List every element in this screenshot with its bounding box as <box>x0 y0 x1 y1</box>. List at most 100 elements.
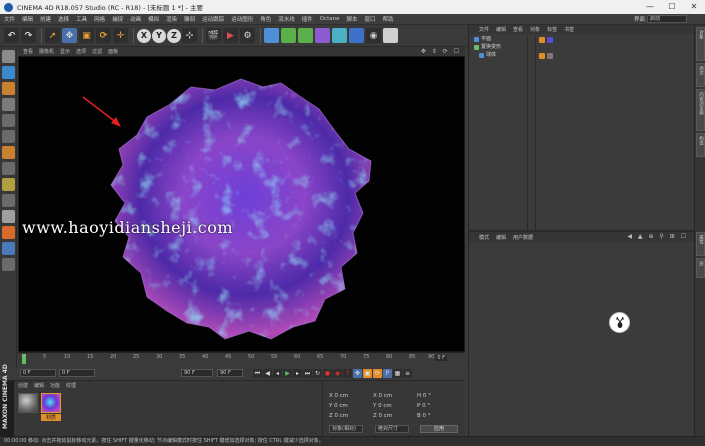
menu-animate[interactable]: 动画 <box>130 15 141 23</box>
object-menu-object[interactable]: 对象 <box>530 26 540 33</box>
tab-layers[interactable]: 层 <box>696 258 705 278</box>
record-keys-icon[interactable]: ● <box>323 368 332 378</box>
size-x-field[interactable]: X 0 cm <box>373 393 417 399</box>
loop-icon[interactable]: ↻ <box>313 368 322 378</box>
coord-row-y[interactable]: Y 0 cm Y 0 cm P 0 ° <box>329 403 461 409</box>
material-swatch-selected[interactable] <box>41 393 61 413</box>
object-menu-tags[interactable]: 标签 <box>547 26 557 33</box>
play-forward-icon[interactable]: ▶ <box>283 368 292 378</box>
phong-tag-icon[interactable] <box>539 53 545 59</box>
viewport-menu-camera[interactable]: 摄像机 <box>39 48 54 55</box>
render-picture-viewer-icon[interactable]: ▶ <box>223 28 238 43</box>
attribute-menu-edit[interactable]: 编辑 <box>496 234 506 241</box>
viewport-menu-view[interactable]: 查看 <box>23 48 33 55</box>
go-to-end-icon[interactable]: ⏭ <box>303 368 312 378</box>
key-move-icon[interactable]: ✥ <box>353 368 362 378</box>
workplane-icon[interactable] <box>2 98 15 111</box>
tab-content-browser[interactable]: 内容浏览器 <box>696 89 705 131</box>
position-x-field[interactable]: X 0 cm <box>329 393 373 399</box>
menu-sculpt[interactable]: 雕刻 <box>184 15 195 23</box>
minimize-button[interactable]: — <box>639 0 661 14</box>
material-menu-function[interactable]: 功能 <box>50 382 60 389</box>
points-mode-icon[interactable] <box>2 114 15 127</box>
menu-select[interactable]: 选择 <box>58 15 69 23</box>
camera-icon[interactable]: ◉ <box>366 28 381 43</box>
light-icon[interactable] <box>383 28 398 43</box>
tab-objects[interactable]: 对象 <box>696 27 705 61</box>
subdivision-surface-icon[interactable] <box>298 28 313 43</box>
texture-tag-icon[interactable] <box>547 53 553 59</box>
material-menu-edit[interactable]: 编辑 <box>34 382 44 389</box>
layer-browser-icon[interactable] <box>2 258 15 271</box>
material-menu-texture[interactable]: 纹理 <box>66 382 76 389</box>
go-to-start-icon[interactable]: ⏮ <box>253 368 262 378</box>
start-frame-field[interactable]: 0 F <box>59 369 95 377</box>
solo-mode-icon[interactable] <box>2 210 15 223</box>
auto-key-icon[interactable]: ? <box>343 368 352 378</box>
menu-simulate[interactable]: 模拟 <box>148 15 159 23</box>
previous-key-icon[interactable]: ◀ <box>263 368 272 378</box>
recent-tool-icon[interactable]: ✛ <box>113 28 128 43</box>
maximize-button[interactable]: ☐ <box>661 0 683 14</box>
floor-environment-icon[interactable] <box>349 28 364 43</box>
texture-mode-icon[interactable] <box>2 82 15 95</box>
menu-script[interactable]: 脚本 <box>347 15 358 23</box>
object-row-plane[interactable]: 平面 <box>469 35 529 43</box>
key-pla-icon[interactable]: ▦ <box>393 368 402 378</box>
menu-character[interactable]: 角色 <box>260 15 271 23</box>
menu-edit[interactable]: 编辑 <box>22 15 33 23</box>
material-tag-icon[interactable] <box>547 37 553 43</box>
attribute-navigation-icons[interactable]: ◀ ▲ ⊕ ⚲ ⊞ ☐ <box>627 233 688 240</box>
x-axis-lock-button[interactable]: X <box>137 28 151 43</box>
play-backward-icon[interactable]: ◂ <box>273 368 282 378</box>
polygons-mode-icon[interactable] <box>2 146 15 159</box>
select-pointer-icon[interactable]: ➚ <box>45 28 60 43</box>
paint-icon[interactable] <box>2 242 15 255</box>
enable-snap-icon[interactable] <box>2 178 15 191</box>
y-axis-lock-button[interactable]: Y <box>152 28 166 43</box>
timeline-ruler[interactable]: 0 5 10 15 20 25 30 35 40 45 50 55 60 65 … <box>18 352 465 364</box>
viewport-menu-options[interactable]: 选项 <box>76 48 86 55</box>
key-rotate-icon[interactable]: ⟳ <box>373 368 382 378</box>
z-axis-lock-button[interactable]: Z <box>167 28 181 43</box>
close-button[interactable]: ✕ <box>683 0 705 14</box>
material-swatch[interactable] <box>18 393 38 413</box>
menu-window[interactable]: 窗口 <box>365 15 376 23</box>
redo-icon[interactable]: ↷ <box>21 28 36 43</box>
menu-create[interactable]: 创建 <box>40 15 51 23</box>
menu-render[interactable]: 渲染 <box>166 15 177 23</box>
menu-pipeline[interactable]: 流水线 <box>278 15 295 23</box>
menu-snap[interactable]: 捕捉 <box>112 15 123 23</box>
layout-dropdown[interactable]: 启动 <box>647 15 687 23</box>
size-y-field[interactable]: Y 0 cm <box>373 403 417 409</box>
menu-file[interactable]: 文件 <box>4 15 15 23</box>
sculpt-icon[interactable] <box>2 226 15 239</box>
size-z-field[interactable]: Z 0 cm <box>373 413 417 419</box>
menu-help[interactable]: 帮助 <box>383 15 394 23</box>
coordinate-system-icon[interactable]: ⊹ <box>182 28 197 43</box>
workplane-lock-icon[interactable] <box>2 194 15 207</box>
material-menu-create[interactable]: 创建 <box>18 382 28 389</box>
undo-icon[interactable]: ↶ <box>4 28 19 43</box>
make-editable-icon[interactable] <box>2 50 15 63</box>
object-row-displacer[interactable]: 置换变形 <box>469 43 529 51</box>
object-row-sphere[interactable]: 球体 <box>469 51 529 59</box>
coord-row-z[interactable]: Z 0 cm Z 0 cm B 0 ° <box>329 413 461 419</box>
coordinate-mode-dropdown[interactable]: 对象(相对) <box>329 425 363 433</box>
scale-tool-icon[interactable]: ▣ <box>79 28 94 43</box>
menu-plugins[interactable]: 插件 <box>302 15 313 23</box>
rotation-h-field[interactable]: H 0 ° <box>417 393 461 399</box>
position-y-field[interactable]: Y 0 cm <box>329 403 373 409</box>
menu-octane[interactable]: Octane <box>320 16 340 22</box>
end-frame-field[interactable]: 90 F <box>181 369 213 377</box>
object-menu-edit[interactable]: 编辑 <box>496 26 506 33</box>
menu-mesh[interactable]: 网格 <box>94 15 105 23</box>
next-key-icon[interactable]: ▸ <box>293 368 302 378</box>
current-frame-field[interactable]: 0 F <box>20 369 56 377</box>
object-menu-bookmarks[interactable]: 书签 <box>564 26 574 33</box>
attribute-menu-user-data[interactable]: 用户数据 <box>513 234 533 241</box>
preview-end-field[interactable]: 90 F <box>217 369 243 377</box>
move-tool-icon[interactable]: ✥ <box>62 28 77 43</box>
tab-structure[interactable]: 构造 <box>696 133 705 157</box>
object-menu-file[interactable]: 文件 <box>479 26 489 33</box>
